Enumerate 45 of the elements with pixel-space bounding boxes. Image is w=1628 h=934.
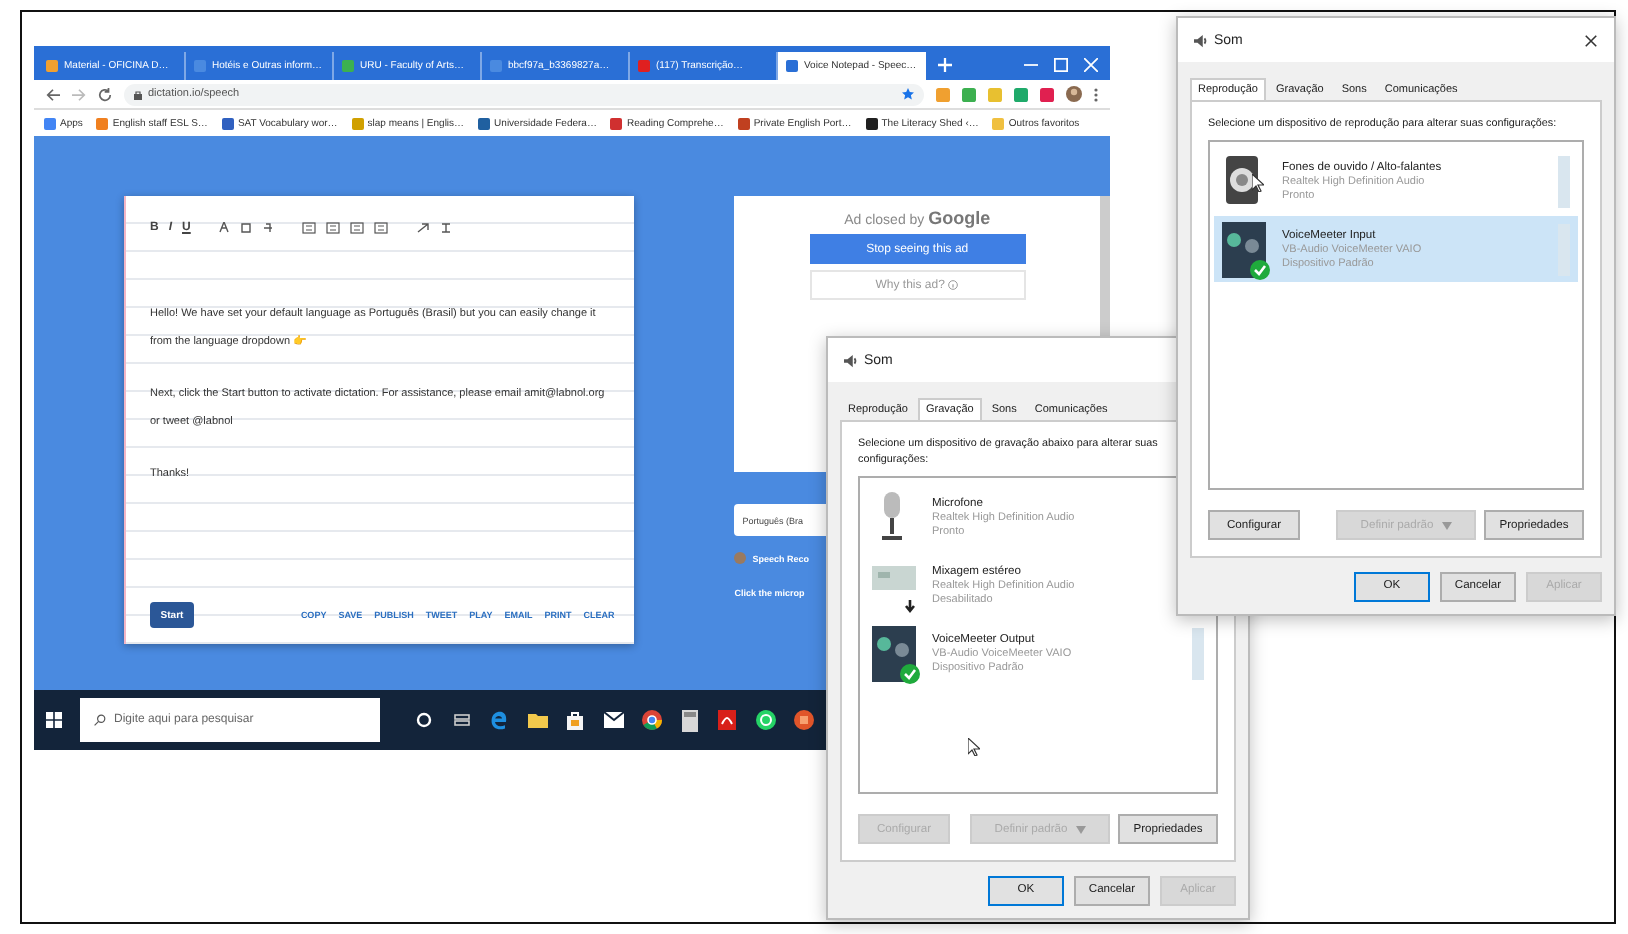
speaker-icon <box>844 353 858 367</box>
level-meter <box>1192 627 1204 679</box>
lock-icon <box>134 89 142 99</box>
outdent-icon[interactable] <box>374 222 389 234</box>
mixer-panel-icon <box>1222 221 1266 277</box>
phone-bubble-icon[interactable] <box>755 710 775 730</box>
circle-icon <box>415 712 431 728</box>
clear-format-icon[interactable] <box>440 222 453 234</box>
cursor-icon <box>968 738 980 756</box>
link-icon[interactable] <box>416 222 431 234</box>
bulleted-list-icon[interactable] <box>302 222 317 234</box>
strikethrough-icon[interactable] <box>262 222 275 234</box>
minimize-icon[interactable] <box>1024 58 1038 72</box>
plus-icon[interactable] <box>938 58 952 72</box>
search-icon <box>94 714 106 726</box>
maximize-icon[interactable] <box>1054 58 1068 72</box>
chrome-ball-icon[interactable] <box>641 710 661 730</box>
level-meter <box>1558 155 1570 207</box>
indent-icon[interactable] <box>350 222 365 234</box>
round-app-icon[interactable] <box>793 710 813 730</box>
document-icon[interactable] <box>718 710 736 730</box>
speaker-icon <box>1222 153 1262 205</box>
notepad-editor[interactable] <box>124 196 635 644</box>
caret-icon <box>1441 521 1452 529</box>
avatar-icon <box>734 552 747 564</box>
highlight-icon[interactable] <box>240 222 253 234</box>
shopping-bag-icon[interactable] <box>566 710 584 730</box>
mixer-panel-icon <box>872 625 916 681</box>
avatar-icon[interactable] <box>1066 86 1082 102</box>
task-view-icon[interactable] <box>453 712 469 728</box>
close-icon[interactable] <box>1584 33 1598 47</box>
star-icon[interactable] <box>902 88 914 100</box>
e-logo-icon[interactable] <box>490 710 508 730</box>
speaker-icon <box>1194 33 1208 47</box>
folder-icon[interactable] <box>527 712 547 728</box>
caret-icon <box>1075 825 1086 833</box>
cursor-icon <box>1252 174 1264 192</box>
windows-logo-icon[interactable] <box>45 712 61 728</box>
back-arrow-icon[interactable] <box>46 87 60 101</box>
info-icon <box>948 280 959 290</box>
font-color-icon[interactable] <box>218 222 231 234</box>
numbered-list-icon[interactable] <box>326 222 341 234</box>
envelope-icon[interactable] <box>603 712 623 728</box>
reload-icon[interactable] <box>98 87 112 101</box>
calculator-icon[interactable] <box>681 709 697 731</box>
